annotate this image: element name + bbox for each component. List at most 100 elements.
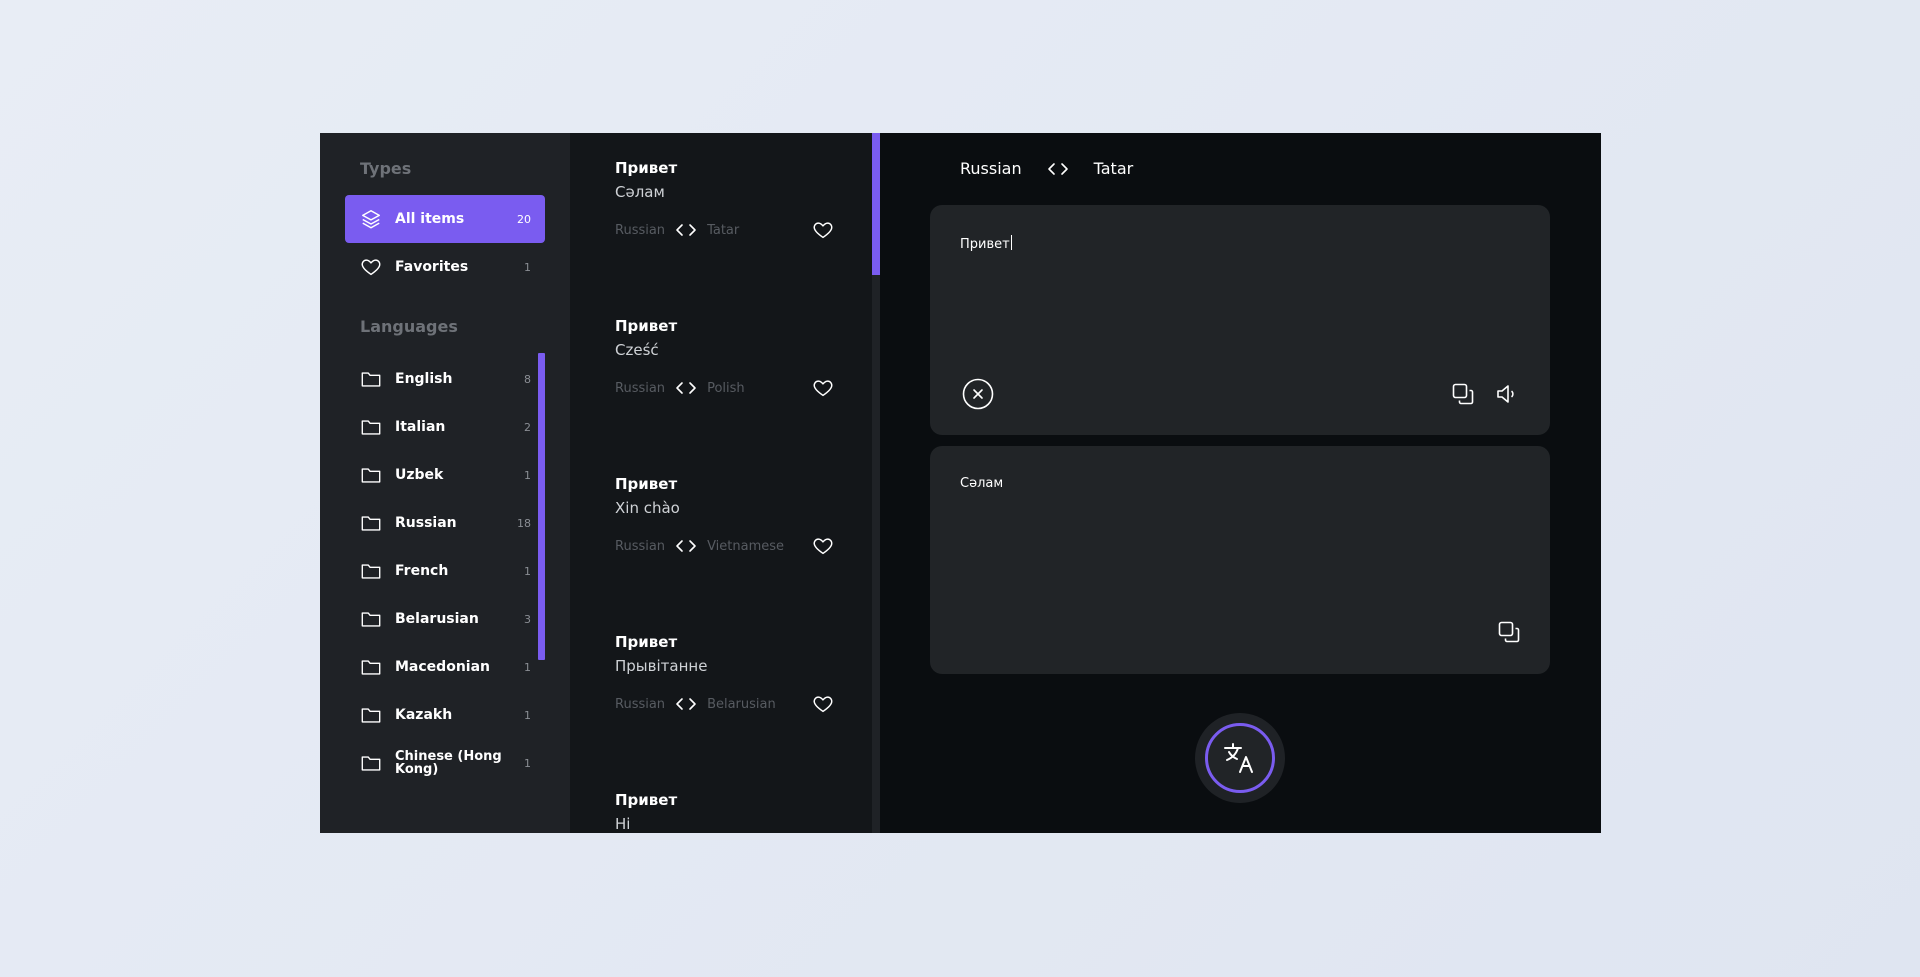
types-list: All items 20 Favorites 1: [345, 195, 545, 291]
item-count: 2: [524, 420, 531, 434]
to-language: Belarusian: [707, 696, 776, 712]
favorite-heart-icon[interactable]: [811, 535, 835, 557]
copy-output-button[interactable]: [1495, 618, 1523, 646]
sidebar-item-macedonian[interactable]: Macedonian 1: [345, 643, 545, 691]
item-count: 1: [524, 756, 531, 770]
sidebar-item-label: Favorites: [395, 259, 469, 275]
sidebar-item-english[interactable]: English 8: [345, 355, 545, 403]
folder-icon: [359, 367, 383, 391]
folder-icon: [359, 415, 383, 439]
sidebar-item-favorites[interactable]: Favorites 1: [345, 243, 545, 291]
output-panel: Сәлам: [930, 446, 1550, 674]
sidebar-item-belarusian[interactable]: Belarusian 3: [345, 595, 545, 643]
languages-heading: Languages: [360, 317, 458, 336]
favorite-heart-icon[interactable]: [811, 219, 835, 241]
code-arrows-icon: [675, 539, 697, 553]
source-text-input[interactable]: Привет: [960, 235, 1012, 252]
from-language: Russian: [615, 222, 666, 238]
folder-icon: [359, 463, 383, 487]
sidebar-item-label: Chinese (Hong Kong): [395, 749, 502, 777]
sidebar-item-french[interactable]: French 1: [345, 547, 545, 595]
item-count: 3: [524, 612, 531, 626]
translate-button[interactable]: [1205, 723, 1275, 793]
target-language-select[interactable]: Tatar: [1094, 159, 1134, 178]
source-text: Привет: [615, 317, 678, 335]
to-language: Polish: [707, 380, 745, 396]
sidebar-item-label: Russian: [395, 515, 457, 531]
text-cursor: [1010, 235, 1012, 250]
sidebar-item-chinese-hong-kong[interactable]: Chinese (Hong Kong) 1: [345, 739, 545, 787]
translated-text: Сәлам: [960, 476, 1004, 491]
sidebar-item-label: All items: [395, 211, 465, 227]
input-panel: Привет: [930, 205, 1550, 435]
sidebar-item-label: Italian: [395, 419, 446, 435]
sidebar-item-label: French: [395, 563, 449, 579]
item-count: 20: [517, 212, 531, 226]
from-language: Russian: [615, 696, 666, 712]
folder-icon: [359, 655, 383, 679]
to-language: Tatar: [707, 222, 740, 238]
sidebar-scrollbar[interactable]: [538, 353, 545, 660]
language-pair: Russian Belarusian: [615, 693, 835, 715]
source-language-select[interactable]: Russian: [960, 159, 1022, 178]
sidebar-item-russian[interactable]: Russian 18: [345, 499, 545, 547]
translate-icon: [1222, 740, 1258, 776]
sidebar-item-label: Belarusian: [395, 611, 479, 627]
sidebar-item-kazakh[interactable]: Kazakh 1: [345, 691, 545, 739]
speak-button[interactable]: [1493, 380, 1521, 408]
sidebar: Types All items 20 Favorites 1 Languages: [320, 133, 570, 833]
item-count: 1: [524, 468, 531, 482]
favorite-heart-icon[interactable]: [811, 693, 835, 715]
translator-app: Types All items 20 Favorites 1 Languages: [320, 133, 1601, 833]
language-selector: Russian Tatar: [960, 159, 1133, 178]
code-arrows-icon: [675, 223, 697, 237]
sidebar-item-label: Uzbek: [395, 467, 444, 483]
copy-input-button[interactable]: [1449, 380, 1477, 408]
target-text: Hi: [615, 815, 631, 833]
sidebar-item-italian[interactable]: Italian 2: [345, 403, 545, 451]
list-item[interactable]: Привет Xin chào Russian Vietnamese: [615, 475, 835, 557]
code-arrows-icon: [675, 381, 697, 395]
folder-icon: [359, 559, 383, 583]
language-pair: Russian Polish: [615, 377, 835, 399]
history-list: Привет Сәлам Russian Tatar Привет Cześć …: [570, 133, 880, 833]
target-text: Сәлам: [615, 183, 665, 201]
list-item[interactable]: Привет Прывітанне Russian Belarusian: [615, 633, 835, 715]
favorite-heart-icon[interactable]: [811, 377, 835, 399]
list-item[interactable]: Привет Cześć Russian Polish: [615, 317, 835, 399]
folder-icon: [359, 703, 383, 727]
target-text: Cześć: [615, 341, 659, 359]
sidebar-item-uzbek[interactable]: Uzbek 1: [345, 451, 545, 499]
source-text: Привет: [615, 159, 678, 177]
target-text: Прывітанне: [615, 657, 708, 675]
item-count: 1: [524, 660, 531, 674]
speaker-icon: [1495, 382, 1519, 406]
clear-button[interactable]: [962, 378, 994, 410]
translator-panel: Russian Tatar Привет Сәлам: [880, 133, 1601, 833]
sidebar-item-label: Kazakh: [395, 707, 453, 723]
sidebar-item-label: English: [395, 371, 453, 387]
folder-icon: [359, 751, 383, 775]
languages-list: English 8 Italian 2 Uzbek 1 Russian 18 F…: [345, 355, 545, 787]
folder-icon: [359, 511, 383, 535]
item-count: 1: [524, 260, 531, 274]
sidebar-item-label: Macedonian: [395, 659, 490, 675]
list-item[interactable]: Привет Сәлам Russian Tatar: [615, 159, 835, 241]
item-count: 1: [524, 708, 531, 722]
sidebar-item-all-items[interactable]: All items 20: [345, 195, 545, 243]
item-count: 1: [524, 564, 531, 578]
language-pair: Russian Vietnamese: [615, 535, 835, 557]
swap-languages-icon[interactable]: [1047, 162, 1069, 176]
list-scrollbar-thumb[interactable]: [872, 133, 880, 275]
copy-icon: [1451, 382, 1475, 406]
close-circle-icon: [962, 378, 994, 410]
folder-icon: [359, 607, 383, 631]
target-text: Xin chào: [615, 499, 680, 517]
translate-button-ring: [1195, 713, 1285, 803]
list-item[interactable]: Привет Hi: [615, 791, 835, 833]
from-language: Russian: [615, 538, 666, 554]
layers-icon: [359, 207, 383, 231]
input-text-value: Привет: [960, 237, 1010, 252]
code-arrows-icon: [675, 697, 697, 711]
source-text: Привет: [615, 791, 678, 809]
